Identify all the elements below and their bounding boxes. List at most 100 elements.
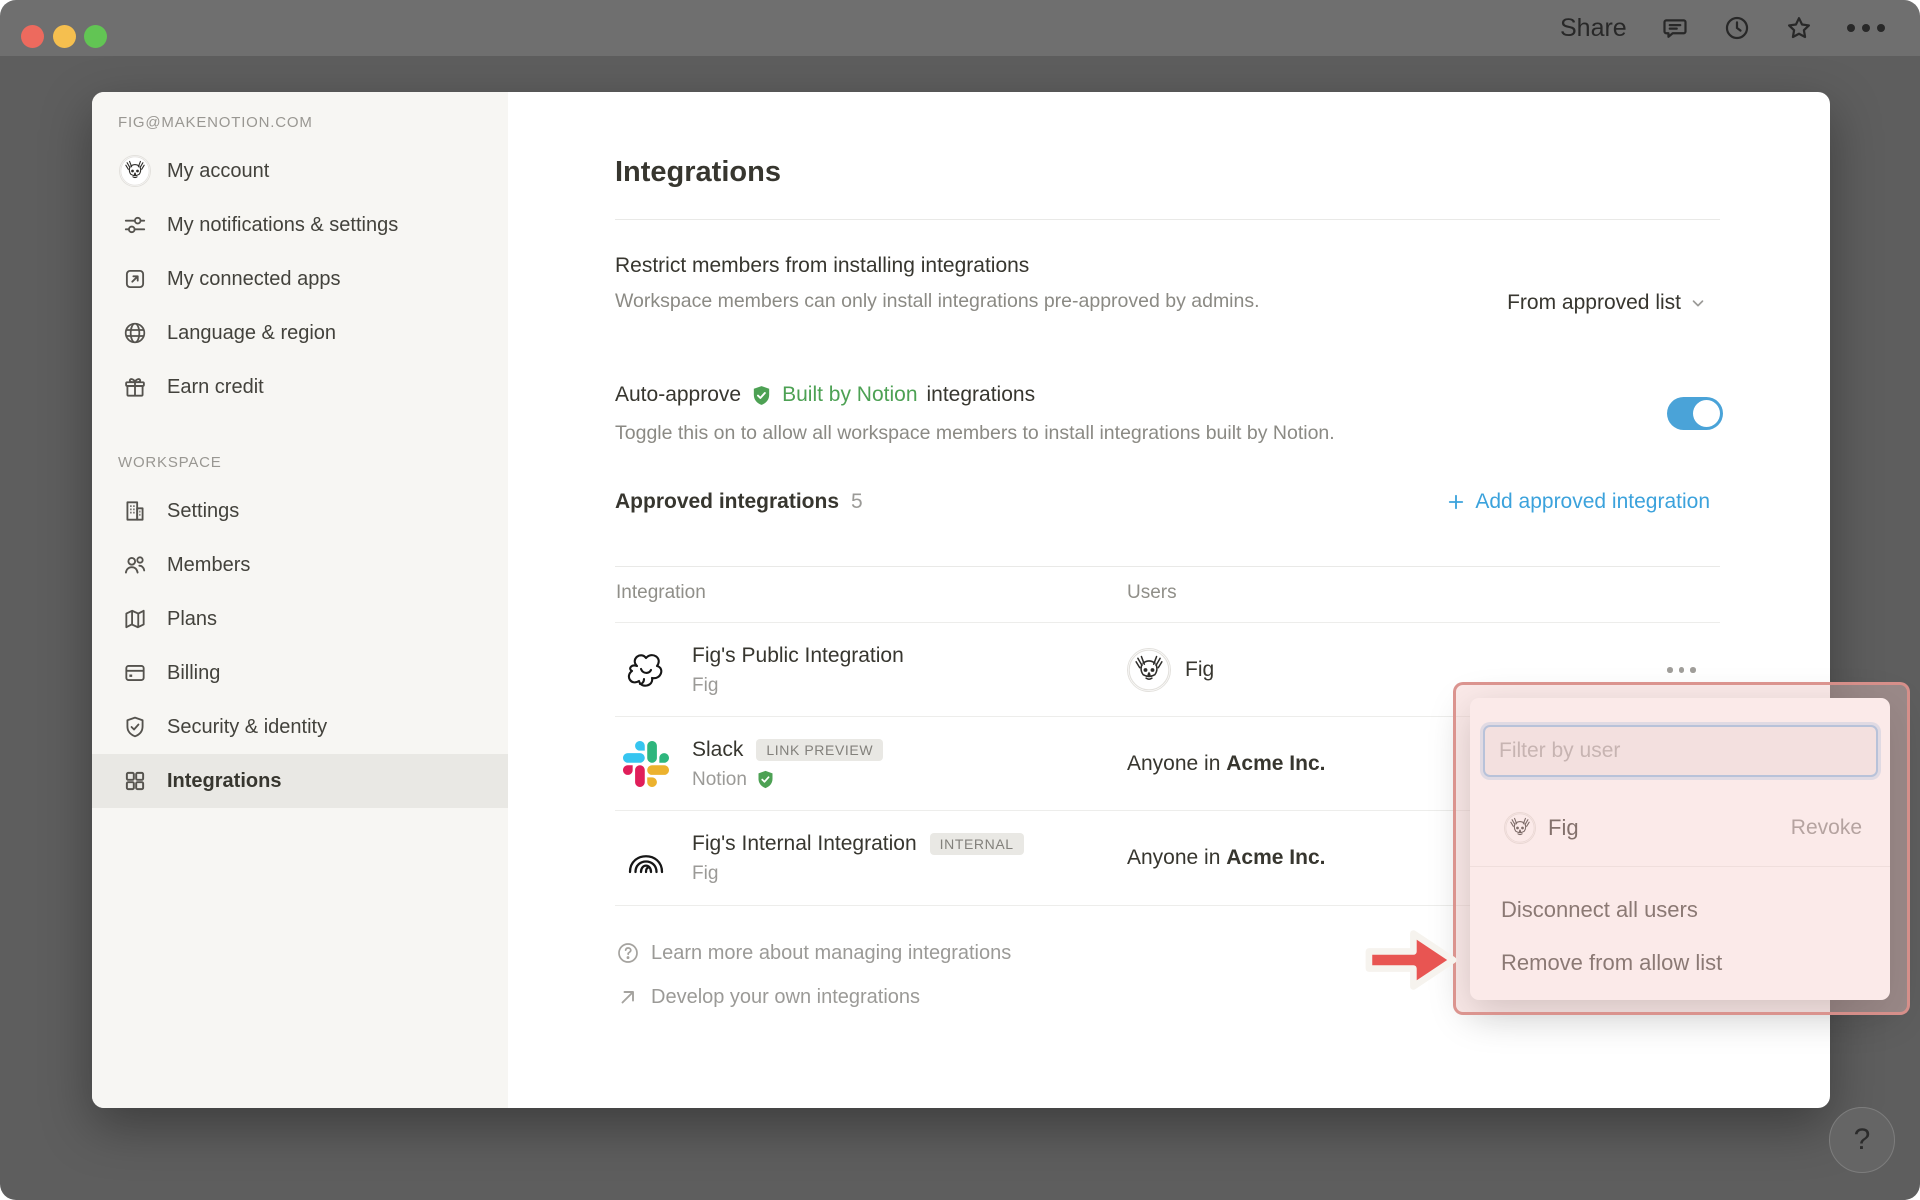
sidebar-item-notifications[interactable]: My notifications & settings — [92, 198, 508, 252]
dog-avatar — [1504, 812, 1536, 844]
gift-icon — [118, 370, 152, 404]
clock-icon[interactable] — [1723, 14, 1751, 42]
sidebar-item-label: Integrations — [167, 769, 282, 792]
sidebar-item-billing[interactable]: Billing — [92, 646, 508, 700]
external-link-icon — [118, 262, 152, 296]
remove-from-allow-list-item[interactable]: Remove from allow list — [1470, 936, 1890, 989]
dog-avatar — [1127, 648, 1171, 692]
sidebar-item-label: My account — [167, 159, 270, 182]
building-icon — [118, 494, 152, 528]
arrow-up-right-icon — [621, 991, 634, 1004]
sidebar-item-earn-credit[interactable]: Earn credit — [92, 360, 508, 414]
comment-icon[interactable] — [1661, 14, 1689, 42]
question-circle-icon — [618, 943, 638, 963]
restrict-dropdown[interactable]: From approved list — [1450, 291, 1707, 315]
auto-approve-toggle[interactable] — [1667, 397, 1723, 430]
sidebar-item-label: Settings — [167, 499, 240, 522]
traffic-light-close[interactable] — [21, 25, 44, 48]
sidebar-item-label: My connected apps — [167, 267, 341, 290]
popup-divider — [1470, 866, 1890, 867]
map-icon — [118, 602, 152, 636]
user-menu-popup: Fig Revoke Disconnect all users Remove f… — [1470, 698, 1890, 1000]
grid-icon — [118, 764, 152, 798]
sidebar-item-language-region[interactable]: Language & region — [92, 306, 508, 360]
dog-avatar — [118, 154, 152, 188]
row-menu-button[interactable] — [1667, 667, 1696, 673]
sidebar-item-label: Billing — [167, 661, 221, 684]
annotation-red-arrow — [1365, 930, 1457, 990]
add-approved-integration-button[interactable]: Add approved integration — [1360, 490, 1710, 514]
integration-subtitle: Fig — [692, 862, 719, 884]
workspace-section-label: WORKSPACE — [118, 454, 222, 471]
sidebar-item-my-account[interactable]: My account — [92, 144, 508, 198]
screenshot: Share FIG@MAKENOTION.COM My account My n… — [0, 0, 1920, 1200]
approved-heading-label: Approved integrations — [615, 490, 840, 513]
restrict-dropdown-value: From approved list — [1507, 291, 1681, 314]
slack-logo — [623, 741, 669, 787]
sidebar-item-connected-apps[interactable]: My connected apps — [92, 252, 508, 306]
shield-icon — [118, 710, 152, 744]
integration-name: Fig's Public Integration — [692, 643, 904, 667]
help-button[interactable]: ? — [1829, 1107, 1895, 1173]
filter-by-user-input[interactable] — [1483, 725, 1878, 777]
sidebar-item-label: Members — [167, 553, 251, 576]
settings-sidebar: FIG@MAKENOTION.COM My account My notific… — [92, 92, 508, 1108]
auto-approve-heading: Auto-approve Built by Notion integration… — [615, 383, 1035, 407]
users-text: Anyone in Acme Inc. — [1127, 752, 1326, 775]
column-header-integration: Integration — [616, 582, 706, 603]
auto-approve-prefix: Auto-approve — [615, 383, 742, 406]
sidebar-item-label: Security & identity — [167, 715, 328, 738]
divider — [615, 219, 1720, 220]
star-icon[interactable] — [1785, 14, 1813, 42]
verified-shield-icon — [758, 770, 773, 789]
popup-user-name: Fig — [1548, 815, 1579, 840]
sidebar-item-label: Language & region — [167, 321, 337, 344]
sidebar-item-security-identity[interactable]: Security & identity — [92, 700, 508, 754]
plus-icon — [1449, 494, 1464, 510]
sidebar-item-label: Plans — [167, 607, 218, 630]
integration-name: Slack — [692, 737, 744, 761]
table-top-divider — [615, 566, 1720, 567]
sidebar-item-integrations[interactable]: Integrations — [92, 754, 508, 808]
page-title: Integrations — [615, 156, 781, 188]
account-email: FIG@MAKENOTION.COM — [118, 114, 313, 131]
restrict-description: Workspace members can only install integ… — [615, 290, 1260, 312]
learn-more-label: Learn more about managing integrations — [651, 941, 1012, 964]
more-options-icon[interactable] — [1846, 24, 1885, 32]
share-button[interactable]: Share — [1560, 14, 1627, 43]
people-icon — [118, 548, 152, 582]
traffic-light-zoom[interactable] — [84, 25, 107, 48]
verified-shield-icon — [753, 385, 770, 405]
approved-count: 5 — [851, 490, 863, 513]
sidebar-item-members[interactable]: Members — [92, 538, 508, 592]
traffic-light-minimize[interactable] — [53, 25, 76, 48]
auto-approve-description: Toggle this on to allow all workspace me… — [615, 422, 1335, 444]
arches-doodle-icon — [628, 855, 664, 874]
add-approved-integration-label: Add approved integration — [1475, 490, 1710, 513]
disconnect-all-users-item[interactable]: Disconnect all users — [1470, 883, 1890, 936]
integration-subtitle: Notion — [692, 768, 747, 790]
develop-integrations-link[interactable]: Develop your own integrations — [616, 985, 920, 1009]
sidebar-item-settings[interactable]: Settings — [92, 484, 508, 538]
integration-name: Fig's Internal Integration — [692, 831, 917, 855]
users-cell: Anyone in Acme Inc. — [1127, 717, 1325, 811]
column-header-users: Users — [1127, 582, 1177, 603]
chevron-down-icon — [1692, 300, 1704, 307]
sidebar-item-label: Earn credit — [167, 375, 264, 398]
revoke-button[interactable]: Revoke — [1791, 816, 1862, 840]
integration-subtitle: Fig — [692, 674, 719, 696]
develop-integrations-label: Develop your own integrations — [651, 985, 921, 1008]
scribble-doodle-icon — [627, 654, 663, 687]
link-preview-badge: LINK PREVIEW — [756, 738, 884, 761]
sidebar-item-plans[interactable]: Plans — [92, 592, 508, 646]
globe-icon — [118, 316, 152, 350]
sidebar-item-label: My notifications & settings — [167, 213, 399, 236]
learn-more-link[interactable]: Learn more about managing integrations — [616, 941, 1011, 965]
help-label: ? — [1853, 1123, 1871, 1156]
titlebar-actions: Share — [1560, 0, 1885, 56]
credit-card-icon — [118, 656, 152, 690]
users-cell: Anyone in Acme Inc. — [1127, 811, 1325, 905]
window-titlebar: Share — [0, 0, 1920, 56]
built-by-notion-label: Built by Notion — [782, 383, 918, 406]
popup-user-row[interactable]: Fig Revoke — [1470, 802, 1890, 854]
